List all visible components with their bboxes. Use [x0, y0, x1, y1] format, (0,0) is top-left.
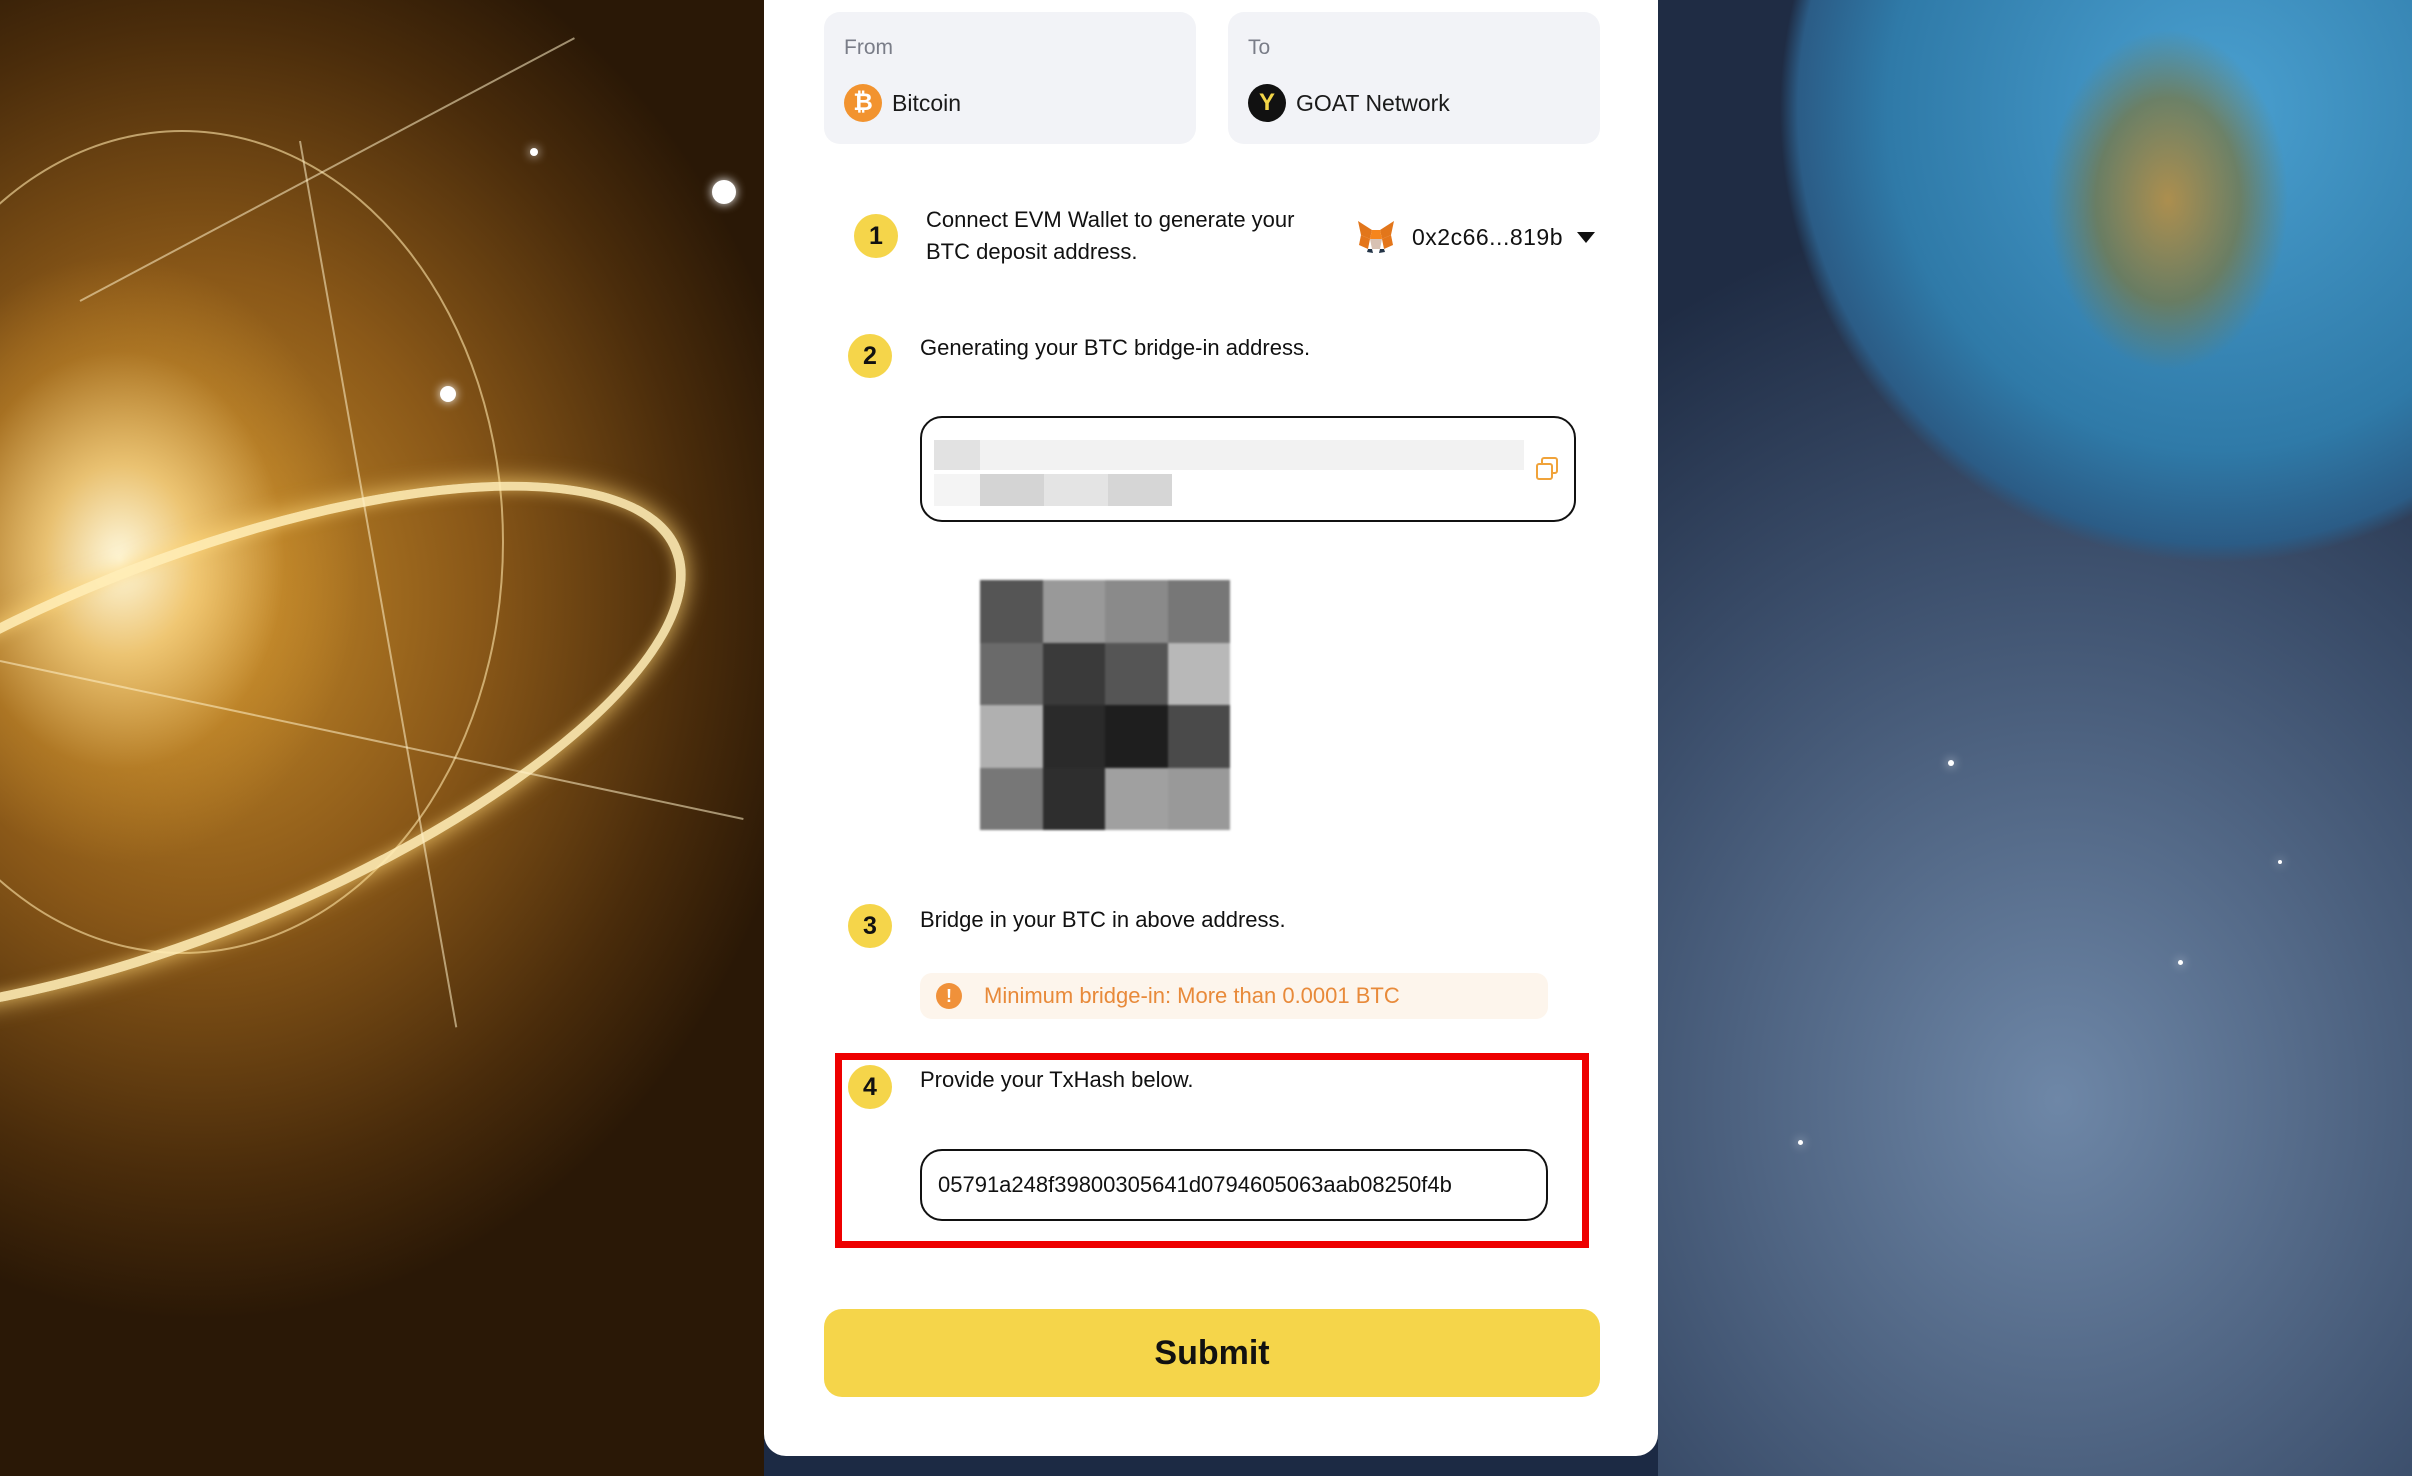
btc-deposit-address-box[interactable] [920, 416, 1576, 522]
step-3-text: Bridge in your BTC in above address. [920, 907, 1286, 932]
btc-deposit-qr-code [980, 580, 1230, 830]
from-network-box[interactable]: From ₿ Bitcoin [824, 12, 1196, 144]
star [1798, 1140, 1803, 1145]
redacted-block [934, 474, 980, 506]
bridge-card: From ₿ Bitcoin To Y GOAT Network 1 Conne… [764, 0, 1658, 1456]
to-network-name: GOAT Network [1296, 90, 1450, 116]
step-1-text-line2: BTC deposit address. [926, 239, 1138, 264]
star [2178, 960, 2183, 965]
step-1-text: Connect EVM Wallet to generate your BTC … [926, 204, 1294, 268]
goat-network-icon: Y [1248, 84, 1286, 122]
from-label: From [844, 36, 893, 59]
metamask-fox-icon [1358, 221, 1394, 253]
bitcoin-icon: ₿ [844, 84, 882, 122]
wallet-selector[interactable]: 0x2c66...819b [1356, 216, 1596, 258]
copy-icon[interactable] [1534, 456, 1560, 482]
star [440, 386, 456, 402]
redacted-block [980, 474, 1044, 506]
step-4-text: Provide your TxHash below. [920, 1067, 1194, 1092]
step-2-text: Generating your BTC bridge-in address. [920, 335, 1311, 360]
wallet-address: 0x2c66...819b [1412, 223, 1564, 250]
txhash-input[interactable] [920, 1149, 1548, 1221]
warning-text: Minimum bridge-in: More than 0.0001 BTC [984, 983, 1400, 1008]
to-network-box[interactable]: To Y GOAT Network [1228, 12, 1600, 144]
submit-button[interactable]: Submit [824, 1309, 1600, 1397]
redacted-address-line [934, 440, 1524, 470]
step-4-badge: 4 [848, 1065, 892, 1109]
redacted-block [1044, 474, 1108, 506]
warning-icon: ! [936, 983, 962, 1009]
step-1-badge: 1 [854, 214, 898, 258]
to-label: To [1248, 36, 1271, 59]
step-1-text-line1: Connect EVM Wallet to generate your [926, 207, 1295, 232]
redacted-block [934, 440, 980, 470]
star [530, 148, 538, 156]
star [2278, 860, 2282, 864]
chevron-down-icon[interactable] [1577, 231, 1596, 243]
step-3-badge: 3 [848, 904, 892, 948]
minimum-bridge-warning: ! Minimum bridge-in: More than 0.0001 BT… [920, 973, 1548, 1019]
background-left-space-art [0, 0, 764, 1476]
star [1948, 760, 1954, 766]
star [712, 180, 736, 204]
redacted-block [1108, 474, 1172, 506]
background-right-earth [1658, 0, 2412, 1476]
step-2-badge: 2 [848, 334, 892, 378]
from-network-name: Bitcoin [892, 90, 962, 116]
